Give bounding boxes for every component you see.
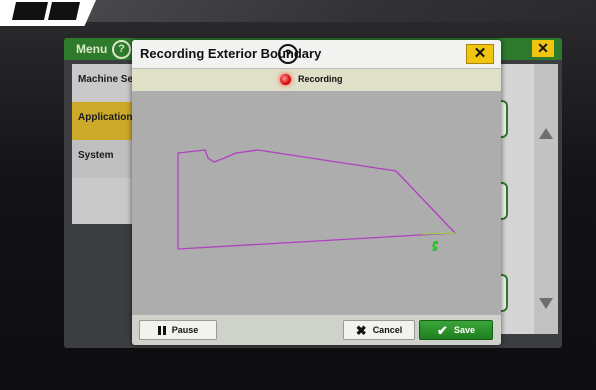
checkmark-icon: ✔ — [437, 322, 448, 338]
cancel-button[interactable]: ✖ Cancel — [343, 320, 415, 340]
cancel-label: Cancel — [372, 325, 403, 335]
sidebar-item-label: System — [78, 150, 114, 161]
vehicle-marker-icon — [432, 241, 438, 251]
recording-boundary-dialog: Recording Exterior Boundary ? ✕ Recordin… — [132, 40, 501, 345]
background-card-edge — [500, 182, 508, 220]
corner-logo-badge — [0, 0, 96, 26]
dialog-titlebar: Recording Exterior Boundary ? ✕ — [132, 40, 501, 69]
menu-help-icon[interactable]: ? — [112, 40, 131, 59]
recording-status-text: Recording — [298, 74, 343, 84]
boundary-map-view[interactable] — [132, 91, 501, 315]
scroll-up-arrow-icon[interactable] — [539, 128, 553, 139]
save-button[interactable]: ✔ Save — [419, 320, 493, 340]
background-close-icon[interactable]: ✕ — [532, 40, 554, 57]
logo-glyph-icon — [12, 2, 80, 20]
background-card-edge — [500, 274, 508, 312]
recording-status-bar: Recording — [132, 69, 501, 91]
dialog-button-bar: Pause ✖ Cancel ✔ Save — [132, 315, 501, 345]
boundary-map-canvas — [177, 149, 456, 251]
pause-label: Pause — [171, 325, 199, 335]
pause-button[interactable]: Pause — [139, 320, 217, 340]
sidebar-item-label: Applications — [78, 112, 139, 123]
scroll-down-arrow-icon[interactable] — [539, 298, 553, 309]
save-label: Save — [453, 325, 475, 335]
recording-dot-icon — [280, 74, 291, 85]
close-icon[interactable]: ✕ — [466, 44, 494, 64]
pause-icon — [157, 325, 166, 335]
background-scrollbar[interactable] — [534, 64, 558, 334]
x-icon: ✖ — [355, 322, 367, 338]
boundary-line — [177, 149, 456, 250]
menu-label[interactable]: Menu — [76, 42, 107, 56]
help-icon[interactable]: ? — [278, 44, 298, 64]
background-card-edge — [500, 100, 508, 138]
